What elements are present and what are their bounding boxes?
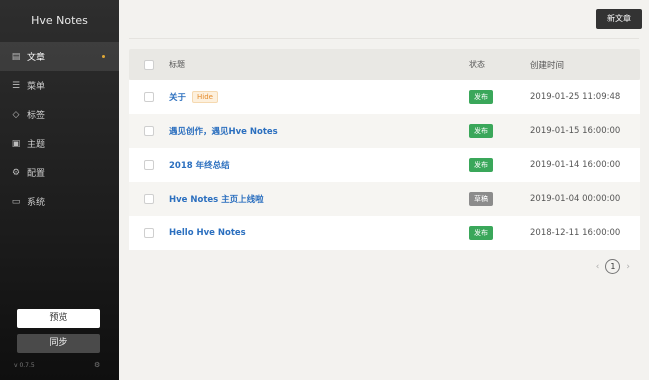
post-title-link[interactable]: 遇见创作，遇见Hve Notes xyxy=(169,125,278,137)
app-title: Hve Notes xyxy=(31,14,88,27)
created-time: 2019-01-25 11:09:48 xyxy=(530,92,621,102)
created-time: 2019-01-14 16:00:00 xyxy=(530,160,621,170)
post-title-link[interactable]: Hve Notes 主页上线啦 xyxy=(169,193,264,205)
page-number[interactable]: 1 xyxy=(605,259,621,274)
sidebar-item-label: 文章 xyxy=(27,53,46,63)
preview-button[interactable]: 预览 xyxy=(17,309,100,328)
posts-table: 标题 状态 创建时间 关于 Hide 发布 2019-01-25 11:09:4… xyxy=(129,49,640,250)
version-label: v 0.7.5 xyxy=(14,362,35,369)
sidebar-item-theme[interactable]: ▣ 主题 xyxy=(0,129,119,158)
status-badge: 发布 xyxy=(469,124,493,138)
sidebar-item-tags[interactable]: ◇ 标签 xyxy=(0,100,119,129)
post-title-link[interactable]: 2018 年终总结 xyxy=(169,159,230,171)
new-post-button[interactable]: 新文章 xyxy=(596,9,642,29)
sidebar-item-label: 主题 xyxy=(27,140,46,150)
row-checkbox[interactable] xyxy=(144,194,154,204)
tag-icon: ◇ xyxy=(12,109,20,120)
post-title-link[interactable]: 关于 xyxy=(169,91,186,103)
created-time: 2018-12-11 16:00:00 xyxy=(530,228,621,238)
column-created[interactable]: 创建时间 xyxy=(530,59,640,71)
status-badge: 发布 xyxy=(469,158,493,172)
table-row[interactable]: 遇见创作，遇见Hve Notes 发布 2019-01-15 16:00:00 xyxy=(129,114,640,148)
pagination: ‹ 1 › xyxy=(596,259,630,274)
status-badge: 发布 xyxy=(469,90,493,104)
column-status[interactable]: 状态 xyxy=(469,59,530,70)
settings-small-icon[interactable]: ⚙ xyxy=(94,361,100,369)
hide-tag: Hide xyxy=(192,91,218,103)
select-all-checkbox[interactable] xyxy=(144,59,154,70)
sidebar-item-settings[interactable]: ⚙ 配置 xyxy=(0,158,119,187)
chevron-right-icon[interactable]: › xyxy=(626,262,630,272)
image-icon: ▣ xyxy=(11,138,21,149)
sync-button[interactable]: 同步 xyxy=(17,334,100,353)
document-icon: ▤ xyxy=(11,51,21,62)
status-badge: 发布 xyxy=(469,226,493,240)
sidebar-item-posts[interactable]: ▤ 文章 xyxy=(0,42,119,71)
sidebar-item-menu[interactable]: ☰ 菜单 xyxy=(0,71,119,100)
post-title-link[interactable]: Hello Hve Notes xyxy=(169,228,246,238)
column-title[interactable]: 标题 xyxy=(169,59,469,70)
table-row[interactable]: Hve Notes 主页上线啦 草稿 2019-01-04 00:00:00 xyxy=(129,182,640,216)
monitor-icon: ▭ xyxy=(11,196,21,207)
sidebar-item-label: 配置 xyxy=(27,169,46,179)
gear-icon: ⚙ xyxy=(11,167,21,178)
status-badge: 草稿 xyxy=(469,192,493,206)
created-time: 2019-01-04 00:00:00 xyxy=(530,194,621,204)
created-time: 2019-01-15 16:00:00 xyxy=(530,126,621,136)
divider xyxy=(129,38,639,39)
sidebar-item-label: 系统 xyxy=(27,198,46,208)
sidebar-item-label: 菜单 xyxy=(27,82,46,92)
select-all-cell xyxy=(129,59,169,70)
sidebar: Hve Notes ▤ 文章 ☰ 菜单 ◇ 标签 ▣ 主题 ⚙ 配置 ▭ 系统 … xyxy=(0,0,119,380)
list-icon: ☰ xyxy=(11,80,21,91)
table-row[interactable]: Hello Hve Notes 发布 2018-12-11 16:00:00 xyxy=(129,216,640,250)
table-row[interactable]: 2018 年终总结 发布 2019-01-14 16:00:00 xyxy=(129,148,640,182)
table-row[interactable]: 关于 Hide 发布 2019-01-25 11:09:48 xyxy=(129,80,640,114)
row-checkbox[interactable] xyxy=(144,228,154,238)
sidebar-menu: ▤ 文章 ☰ 菜单 ◇ 标签 ▣ 主题 ⚙ 配置 ▭ 系统 xyxy=(0,42,119,216)
sidebar-item-label: 标签 xyxy=(27,111,46,121)
main-content: 新文章 标题 状态 创建时间 关于 Hide 发布 2019-01-25 11:… xyxy=(119,0,649,380)
table-header: 标题 状态 创建时间 xyxy=(129,49,640,80)
row-checkbox[interactable] xyxy=(144,160,154,170)
sidebar-item-system[interactable]: ▭ 系统 xyxy=(0,187,119,216)
active-indicator xyxy=(102,55,105,58)
chevron-left-icon[interactable]: ‹ xyxy=(596,262,600,272)
row-checkbox[interactable] xyxy=(144,126,154,136)
row-checkbox[interactable] xyxy=(144,92,154,102)
